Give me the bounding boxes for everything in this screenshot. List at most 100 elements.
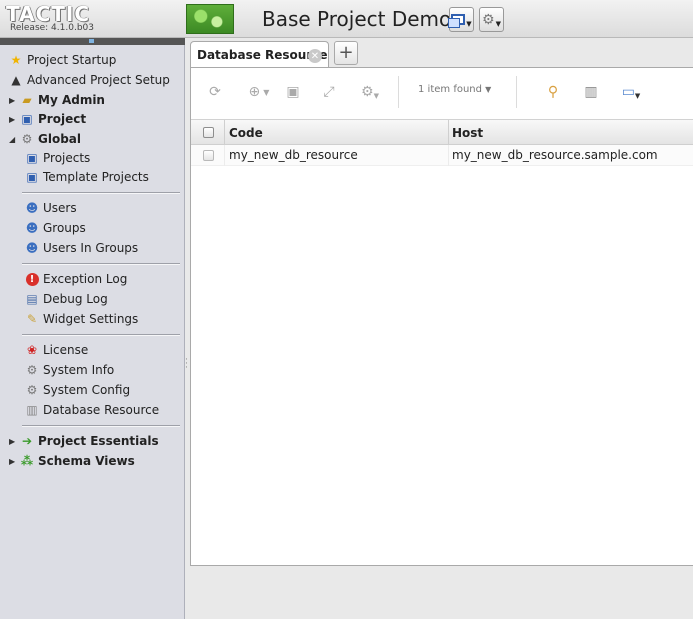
- search-icon[interactable]: ⚲: [541, 82, 565, 102]
- close-icon[interactable]: ✕: [308, 49, 322, 63]
- sidebar-item-system-config[interactable]: ⚙ System Config: [24, 381, 130, 399]
- cell-divider: [448, 145, 449, 166]
- arrow-page-icon: ➔: [21, 434, 33, 448]
- sidebar-item-label: Project: [38, 112, 87, 126]
- sidebar-item-label: Project Essentials: [38, 434, 159, 448]
- gear-page-icon: ⚙: [26, 363, 38, 377]
- gear-icon: ⚙: [482, 11, 495, 28]
- sidebar-item-schema-views[interactable]: ▶ ⁂ Schema Views: [9, 452, 135, 470]
- chevron-down-icon: ▼: [485, 85, 492, 94]
- sidebar-divider: [22, 263, 180, 265]
- sidebar-item-exception-log[interactable]: ! Exception Log: [24, 270, 127, 288]
- table-toolbar: ⟳ ⊕ ▼ ▣ ⤢ ⚙ ▼ 1 item found ▼ ⚲ ▥ ▭ ▼: [191, 68, 693, 116]
- view-icon: ▭: [621, 84, 635, 100]
- expand-icon[interactable]: ⤢: [319, 82, 339, 102]
- ribbon-icon: ❀: [26, 343, 38, 357]
- database-icon: ▥: [26, 403, 38, 417]
- sidebar-item-label: My Admin: [38, 93, 105, 107]
- sidebar-item-system-info[interactable]: ⚙ System Info: [24, 361, 115, 379]
- insert-button[interactable]: ⊕ ▼: [241, 82, 277, 102]
- column-header-code[interactable]: Code: [229, 126, 263, 140]
- user-icon: ☻: [25, 201, 39, 215]
- window-icon: ▣: [26, 170, 38, 184]
- collapse-arrow-icon[interactable]: ◢: [9, 135, 19, 144]
- sidebar-divider: [22, 425, 180, 427]
- sidebar-item-project-startup[interactable]: ★ Project Startup: [8, 51, 117, 69]
- graduation-cap-icon: ▲: [11, 73, 21, 87]
- sidebar-item-license[interactable]: ❀ License: [24, 341, 88, 359]
- tab-database-resource[interactable]: Database Resource ✕: [190, 41, 329, 68]
- window-icon: ▣: [26, 151, 38, 165]
- sidebar-item-debug-log[interactable]: ▤ Debug Log: [24, 290, 108, 308]
- project-image-icon[interactable]: [186, 4, 234, 34]
- select-all-checkbox[interactable]: [203, 127, 214, 138]
- column-header-host[interactable]: Host: [452, 126, 483, 140]
- wrench-icon: ✎: [26, 312, 38, 326]
- sidebar-item-label: Exception Log: [43, 272, 128, 286]
- sidebar-item-label: Project Startup: [27, 53, 117, 67]
- sidebar-item-users[interactable]: ☻ Users: [24, 199, 77, 217]
- sidebar-item-template-projects[interactable]: ▣ Template Projects: [24, 168, 149, 186]
- sidebar-item-label: System Info: [43, 363, 115, 377]
- sidebar-item-label: Projects: [43, 151, 91, 165]
- sidebar-item-project-essentials[interactable]: ▶ ➔ Project Essentials: [9, 432, 159, 450]
- sidebar-item-advanced-project-setup[interactable]: ▲ Advanced Project Setup: [8, 71, 170, 89]
- add-tab-button[interactable]: +: [334, 41, 358, 65]
- sidebar-item-label: Template Projects: [43, 170, 149, 184]
- expand-arrow-icon[interactable]: ▶: [9, 457, 19, 466]
- toolbar-divider: [516, 76, 517, 108]
- settings-menu-button[interactable]: ⚙ ▼: [479, 7, 504, 32]
- alert-icon: !: [24, 272, 40, 286]
- main-area: Database Resource ✕ + ⟳ ⊕ ▼ ▣ ⤢ ⚙ ▼ 1 item…: [189, 38, 693, 619]
- table-header: Code Host: [191, 119, 693, 146]
- sidebar-item-projects[interactable]: ▣ Projects: [24, 149, 90, 167]
- items-found-dropdown[interactable]: 1 item found ▼: [418, 84, 491, 95]
- users-in-groups-icon: ☻: [25, 241, 39, 255]
- group-icon: ☻: [25, 221, 39, 235]
- column-divider[interactable]: [448, 120, 449, 146]
- chevron-down-icon: ▼: [373, 92, 379, 100]
- view-menu-button[interactable]: ▭ ▼: [617, 82, 645, 102]
- expand-arrow-icon[interactable]: ▶: [9, 437, 19, 446]
- release-label: Release: 4.1.0.b03: [10, 23, 94, 33]
- column-divider: [224, 120, 225, 146]
- sidebar-divider: [22, 192, 180, 194]
- project-title: Base Project Demo: [262, 7, 452, 31]
- sidebar-item-label: Debug Log: [43, 292, 108, 306]
- sidebar-item-users-in-groups[interactable]: ☻ Users In Groups: [24, 239, 138, 257]
- log-icon: ▤: [26, 292, 38, 306]
- gear-page-icon: ⚙: [26, 383, 38, 397]
- sidebar-strip-marker: [89, 39, 94, 43]
- chevron-down-icon: ▼: [495, 19, 501, 28]
- schema-icon: ⁂: [20, 454, 34, 468]
- sidebar-item-label: Database Resource: [43, 403, 160, 417]
- windows-icon: [448, 14, 466, 28]
- table-row[interactable]: my_new_db_resource my_new_db_resource.sa…: [191, 145, 693, 166]
- window-icon: ▣: [21, 112, 33, 126]
- sidebar-item-my-admin[interactable]: ▶ ▰ My Admin: [9, 91, 105, 109]
- gear-menu-button[interactable]: ⚙ ▼: [355, 82, 385, 102]
- sidebar: ★ Project Startup ▲ Advanced Project Set…: [0, 45, 185, 619]
- sidebar-item-label: Advanced Project Setup: [27, 73, 170, 87]
- chevron-down-icon: ▼: [263, 87, 270, 97]
- tactic-logo[interactable]: TACTIC Release: 4.1.0.b03: [0, 0, 185, 38]
- sidebar-item-global[interactable]: ◢ ⚙ Global: [9, 130, 81, 148]
- sidebar-item-project[interactable]: ▶ ▣ Project: [9, 110, 86, 128]
- windows-menu-button[interactable]: ▼: [448, 7, 474, 32]
- table-panel: ⟳ ⊕ ▼ ▣ ⤢ ⚙ ▼ 1 item found ▼ ⚲ ▥ ▭ ▼ Code H…: [190, 67, 693, 566]
- column-manager-icon[interactable]: ▥: [580, 82, 602, 102]
- row-checkbox[interactable]: [203, 150, 214, 161]
- chevron-down-icon: ▼: [466, 19, 472, 28]
- sidebar-item-label: License: [43, 343, 89, 357]
- sidebar-item-database-resource[interactable]: ▥ Database Resource: [24, 401, 159, 419]
- cell-host[interactable]: my_new_db_resource.sample.com: [452, 148, 658, 162]
- sidebar-item-groups[interactable]: ☻ Groups: [24, 219, 86, 237]
- expand-arrow-icon[interactable]: ▶: [9, 96, 19, 105]
- sidebar-divider: [22, 334, 180, 336]
- sidebar-item-widget-settings[interactable]: ✎ Widget Settings: [24, 310, 138, 328]
- expand-arrow-icon[interactable]: ▶: [9, 115, 19, 124]
- cell-code[interactable]: my_new_db_resource: [229, 148, 358, 162]
- save-icon[interactable]: ▣: [283, 82, 303, 102]
- refresh-icon[interactable]: ⟳: [205, 82, 225, 102]
- app-header: TACTIC Release: 4.1.0.b03 Base Project D…: [0, 0, 693, 38]
